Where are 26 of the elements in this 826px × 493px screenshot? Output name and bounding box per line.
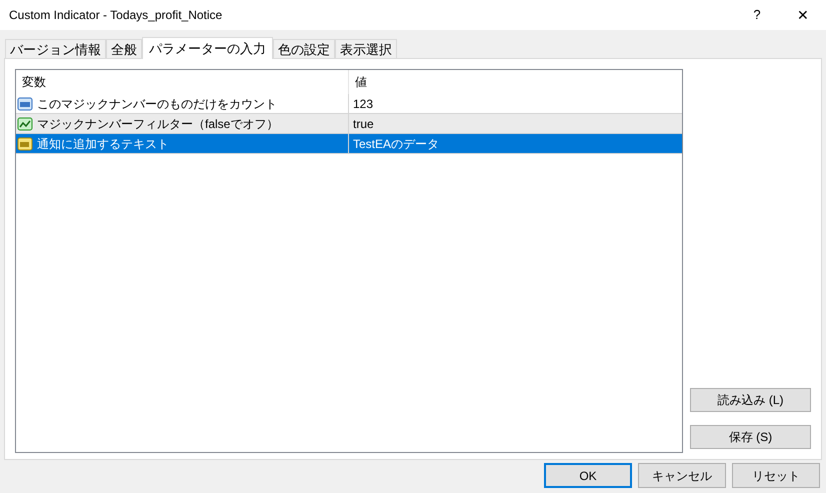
dialog-button[interactable]: キャンセル [638,463,726,488]
close-button[interactable]: ✕ [780,0,826,30]
column-header[interactable]: 値 [349,70,682,94]
help-button[interactable]: ? [734,0,780,30]
tab[interactable]: 表示選択 [335,39,397,58]
number-icon [17,96,33,112]
parameter-name: 通知に追加するテキスト [37,136,169,152]
tab[interactable]: 全般 [106,39,142,58]
parameter-value: true [352,116,374,132]
tab[interactable]: パラメーターの入力 [142,37,273,59]
toggle-icon [17,116,33,132]
window-title: Custom Indicator - Todays_profit_Notice [9,7,222,24]
dialog-button[interactable]: OK [544,463,632,488]
parameter-value: TestEAのデータ [352,136,440,152]
text-icon [17,136,33,152]
parameter-value: 123 [352,96,374,112]
parameter-row[interactable]: 通知に追加するテキスト TestEAのデータ [16,134,682,154]
parameter-name: マジックナンバーフィルター（falseでオフ） [37,116,278,132]
tab[interactable]: バージョン情報 [5,39,106,58]
parameter-row[interactable]: このマジックナンバーのものだけをカウント 123 [16,94,682,114]
side-button[interactable]: 読み込み (L) [690,388,811,412]
dialog-button[interactable]: リセット [732,463,820,488]
parameter-row[interactable]: マジックナンバーフィルター（falseでオフ） true [16,114,682,134]
parameter-name: このマジックナンバーのものだけをカウント [37,96,277,112]
tab[interactable]: 色の設定 [273,39,335,58]
side-button[interactable]: 保存 (S) [690,425,811,449]
